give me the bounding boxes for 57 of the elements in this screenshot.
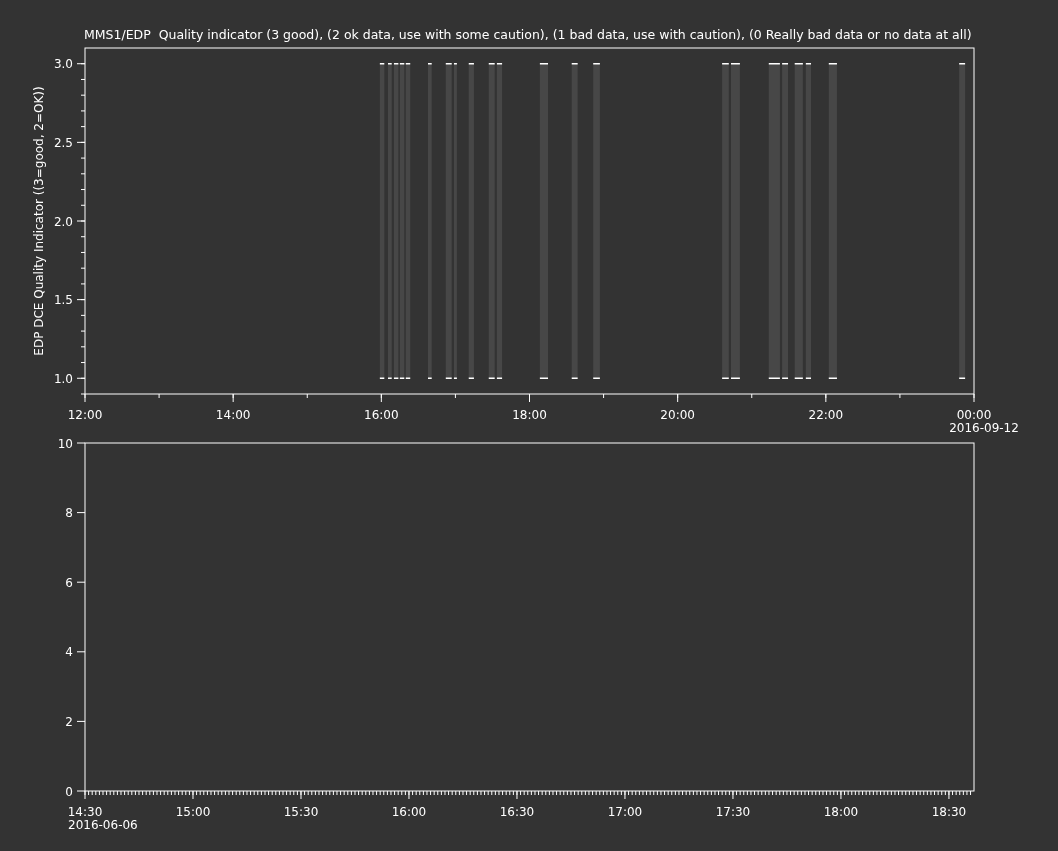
x-tick: 18:00 [823, 790, 859, 819]
y-tick-label: 2.5 [53, 135, 73, 150]
y-tick-label: 1.5 [53, 293, 73, 308]
y-tick: 0 [65, 784, 86, 799]
x-tick: 17:30 [715, 790, 751, 819]
y-tick-label: 10 [57, 436, 73, 451]
x-tick-label: 00:00 [956, 408, 992, 422]
y-tick: 2.0 [53, 214, 86, 229]
x-tick-label: 17:30 [715, 805, 751, 819]
x-tick: 18:00 [512, 393, 547, 422]
x-tick-label: 16:00 [364, 408, 399, 422]
x-tick: 00:00 [956, 393, 992, 422]
x-tick-label: 15:00 [175, 805, 211, 819]
y-tick: 2.5 [53, 135, 86, 150]
x-tick-label: 15:30 [283, 805, 319, 819]
y-tick: 2 [65, 714, 86, 729]
y-tick-label: 1.0 [53, 371, 73, 386]
x-tick: 18:30 [931, 790, 967, 819]
x-tick: 15:30 [283, 790, 319, 819]
x-tick: 12:00 [67, 393, 103, 422]
x-tick-label: 17:00 [607, 805, 643, 819]
y-tick-label: 0 [65, 784, 73, 799]
x-tick: 16:00 [364, 393, 399, 422]
y-tick-label: 6 [65, 575, 73, 590]
x-tick: 22:00 [808, 393, 844, 422]
x-tick: 16:30 [499, 790, 535, 819]
y-axis-label: EDP DCE Quality Indicator ((3=good, 2=OK)) [32, 86, 46, 356]
x-tick-label: 20:00 [660, 408, 695, 422]
y-tick-label: 2 [65, 714, 73, 729]
plot-title: MMS1/EDP Quality indicator (3 good), (2 ok data, use with some caution), (1 bad data, use with caution), (0 Really bad data or no data at all) [84, 27, 972, 42]
x-tick-label: 12:00 [67, 408, 103, 422]
y-tick: 1.0 [53, 371, 86, 386]
x-tick-label: 16:30 [499, 805, 535, 819]
x-tick-label: 14:00 [215, 408, 251, 422]
x-tick: 16:00 [391, 790, 427, 819]
y-tick: 10 [57, 436, 86, 451]
y-tick: 4 [65, 645, 86, 660]
x-tick-label: 16:00 [391, 805, 427, 819]
y-tick: 3.0 [53, 57, 86, 72]
y-tick-label: 2.0 [53, 214, 73, 229]
date-label: 2016-06-06 [68, 818, 138, 832]
date-label: 2016-09-12 [949, 421, 1019, 432]
y-tick: 8 [65, 506, 86, 521]
x-tick-label: 18:30 [931, 805, 967, 819]
x-tick-label: 14:30 [67, 805, 103, 819]
x-tick: 14:00 [215, 393, 251, 422]
y-tick-label: 4 [65, 645, 73, 660]
y-tick: 6 [65, 575, 86, 590]
x-tick-label: 18:00 [823, 805, 859, 819]
y-tick-label: 8 [65, 506, 73, 521]
x-tick: 15:00 [175, 790, 211, 819]
y-tick-label: 3.0 [53, 57, 73, 72]
x-tick-label: 18:00 [512, 408, 547, 422]
x-tick: 20:00 [660, 393, 695, 422]
x-tick-label: 22:00 [808, 408, 844, 422]
y-tick: 1.5 [53, 293, 86, 308]
x-tick: 17:00 [607, 790, 643, 819]
